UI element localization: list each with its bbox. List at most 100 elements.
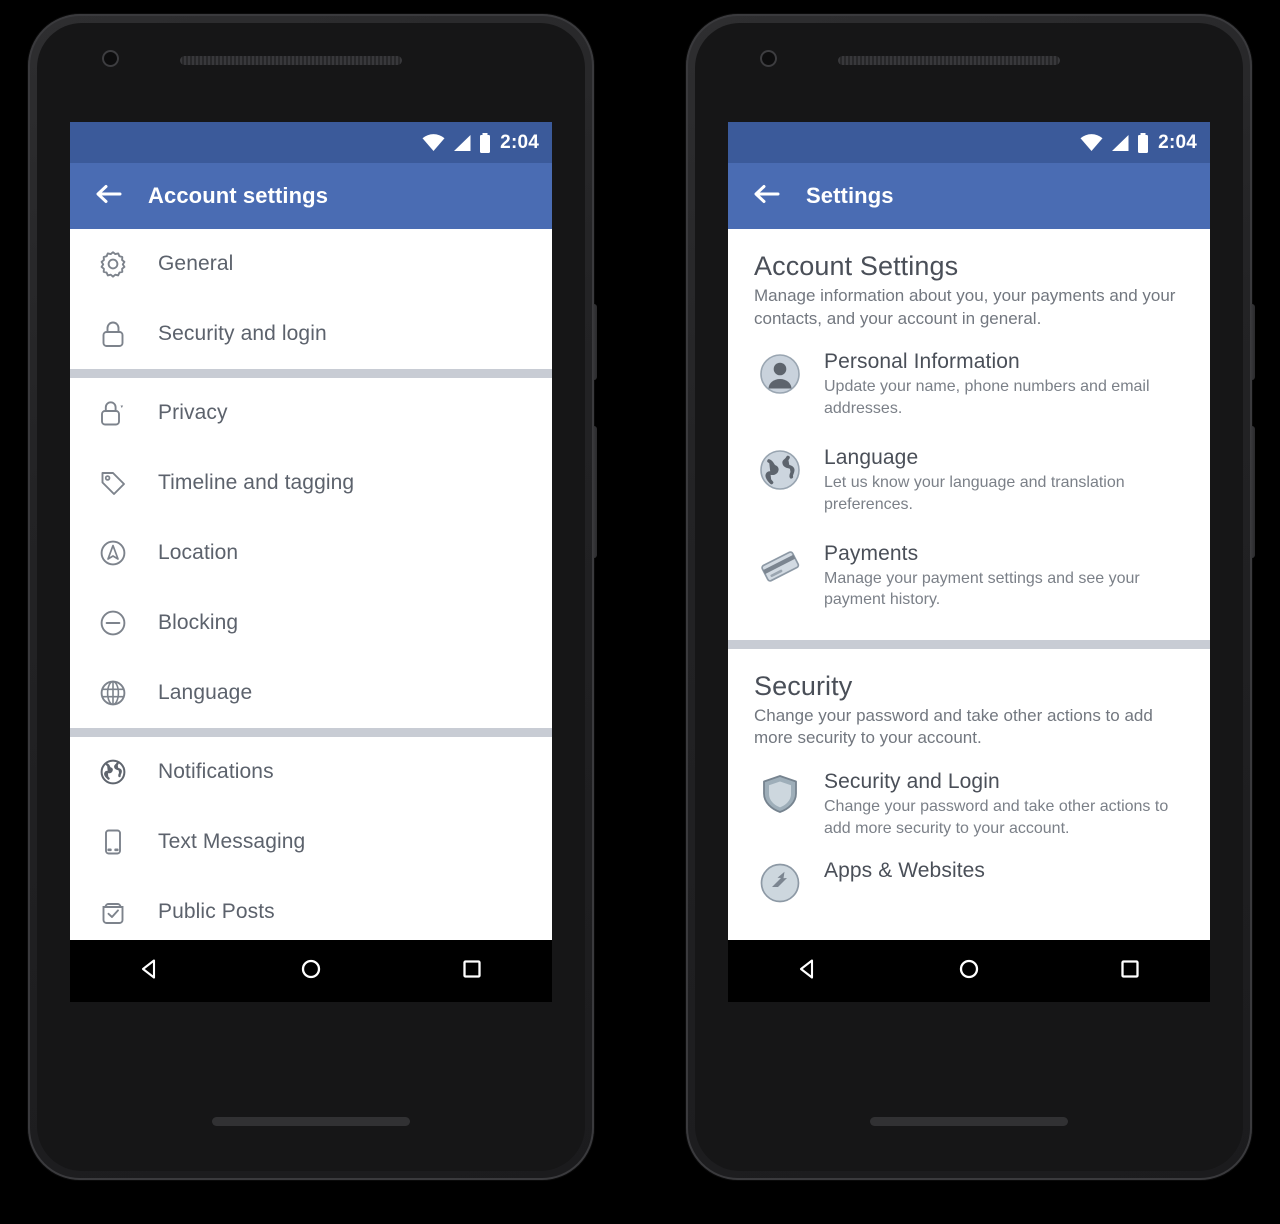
list-item-language[interactable]: Language <box>70 658 552 728</box>
list-item-privacy[interactable]: Privacy <box>70 378 552 448</box>
signal-icon <box>1110 134 1130 152</box>
list-item-title: Personal Information <box>824 350 1020 374</box>
screen-left: 2:04 Account settings General Security a… <box>70 122 552 1002</box>
list-item-title: Security and Login <box>824 770 1000 794</box>
wifi-icon <box>422 133 445 152</box>
earpiece-speaker <box>838 56 1060 65</box>
person-avatar-icon <box>758 352 802 396</box>
app-bar-title-left: Account settings <box>148 183 329 208</box>
section-description: Change your password and take other acti… <box>754 705 1153 748</box>
list-item-payments[interactable]: Payments Manage your payment settings an… <box>728 528 1210 624</box>
list-item-label: Text Messaging <box>158 830 306 853</box>
list-item-public-posts[interactable]: Public Posts <box>70 877 552 940</box>
list-item-notifications[interactable]: Notifications <box>70 737 552 807</box>
app-bar-left: Account settings <box>70 163 552 229</box>
app-bar-right: Settings <box>728 163 1210 229</box>
block-icon <box>96 606 130 640</box>
list-item-description: Change your password and take other acti… <box>824 798 1169 837</box>
section-security: Security Change your password and take o… <box>728 649 1210 756</box>
list-item-label: Timeline and tagging <box>158 471 355 494</box>
list-item-label: General <box>158 252 234 275</box>
list-item-personal-information[interactable]: Personal Information Update your name, p… <box>728 336 1210 432</box>
list-item-body: Security and Login Change your password … <box>824 769 1184 839</box>
dual-phone-mockup: 2:04 Account settings General Security a… <box>0 0 1280 1224</box>
status-bar-right: 2:04 <box>728 122 1210 163</box>
nav-bar-right <box>728 940 1210 1002</box>
list-item-location[interactable]: Location <box>70 518 552 588</box>
home-button[interactable] <box>298 956 324 987</box>
power-button[interactable] <box>1250 304 1255 380</box>
list-item-label: Privacy <box>158 401 228 424</box>
list-item-text-messaging[interactable]: Text Messaging <box>70 807 552 877</box>
apps-websites-icon <box>758 861 802 905</box>
power-button[interactable] <box>592 304 597 380</box>
lock-icon <box>96 317 130 351</box>
arrow-left-icon[interactable] <box>752 182 780 211</box>
settings-list-left[interactable]: General Security and login Privacy Timel… <box>70 229 552 940</box>
screen-right: 2:04 Settings Account Settings Manage in… <box>728 122 1210 1002</box>
list-item-title: Payments <box>824 541 919 565</box>
recents-button[interactable] <box>459 956 485 987</box>
section-divider <box>70 369 552 378</box>
list-group-notifications: Notifications Text Messaging Public Post… <box>70 737 552 940</box>
lock-caret-icon <box>96 396 130 430</box>
list-item-language[interactable]: Language Let us know your language and t… <box>728 432 1210 528</box>
section-description: Manage information about you, your payme… <box>754 286 1176 328</box>
settings-list-right[interactable]: Account Settings Manage information abou… <box>728 229 1210 940</box>
volume-button[interactable] <box>592 426 597 558</box>
bottom-speaker <box>212 1117 410 1126</box>
earpiece-speaker <box>180 56 402 65</box>
battery-icon <box>479 132 491 153</box>
list-item-body: Apps & Websites <box>824 858 985 885</box>
list-item-timeline-and-tagging[interactable]: Timeline and tagging <box>70 448 552 518</box>
list-item-blocking[interactable]: Blocking <box>70 588 552 658</box>
home-button[interactable] <box>956 956 982 987</box>
status-bar-time: 2:04 <box>500 131 539 153</box>
list-item-title: Apps & Websites <box>824 858 986 882</box>
back-button[interactable] <box>137 956 163 987</box>
front-camera-icon <box>760 50 777 67</box>
list-item-label: Blocking <box>158 611 239 634</box>
list-item-title: Language <box>824 446 919 470</box>
bottom-speaker <box>870 1117 1068 1126</box>
section-title: Account Settings <box>754 251 959 281</box>
wifi-icon <box>1080 133 1103 152</box>
phone-device-right: 2:04 Settings Account Settings Manage in… <box>686 14 1255 1180</box>
public-posts-icon <box>96 895 130 929</box>
signal-icon <box>452 134 472 152</box>
section-account-settings: Account Settings Manage information abou… <box>728 229 1210 336</box>
volume-button[interactable] <box>1250 426 1255 558</box>
status-bar-left: 2:04 <box>70 122 552 163</box>
globe-filled-icon <box>96 755 130 789</box>
list-item-label: Security and login <box>158 322 327 345</box>
battery-icon <box>1137 132 1149 153</box>
list-item-general[interactable]: General <box>70 229 552 299</box>
list-item-label: Language <box>158 681 253 704</box>
list-item-security-and-login[interactable]: Security and login <box>70 299 552 369</box>
list-item-security-and-login[interactable]: Security and Login Change your password … <box>728 756 1210 852</box>
recents-button[interactable] <box>1117 956 1143 987</box>
phone-device-left: 2:04 Account settings General Security a… <box>28 14 597 1180</box>
credit-card-icon <box>758 544 802 588</box>
status-bar-time: 2:04 <box>1158 131 1197 153</box>
list-item-description: Update your name, phone numbers and emai… <box>824 378 1150 417</box>
list-item-apps-and-websites[interactable]: Apps & Websites <box>728 852 1210 918</box>
list-group-general: General Security and login <box>70 229 552 369</box>
list-item-label: Location <box>158 541 239 564</box>
globe-icon <box>758 448 802 492</box>
mobile-phone-icon <box>96 825 130 859</box>
section-divider <box>728 639 1210 649</box>
list-item-body: Payments Manage your payment settings an… <box>824 541 1184 611</box>
shield-icon <box>758 772 802 816</box>
app-bar-title-right: Settings <box>806 183 894 208</box>
list-item-label: Public Posts <box>158 900 275 923</box>
list-item-description: Let us know your language and translatio… <box>824 474 1125 513</box>
arrow-left-icon[interactable] <box>94 182 122 211</box>
list-item-body: Personal Information Update your name, p… <box>824 349 1184 419</box>
tag-icon <box>96 466 130 500</box>
list-item-label: Notifications <box>158 760 274 783</box>
back-button[interactable] <box>795 956 821 987</box>
list-item-description: Manage your payment settings and see you… <box>824 569 1140 609</box>
list-item-body: Language Let us know your language and t… <box>824 445 1184 515</box>
section-title: Security <box>754 670 853 701</box>
